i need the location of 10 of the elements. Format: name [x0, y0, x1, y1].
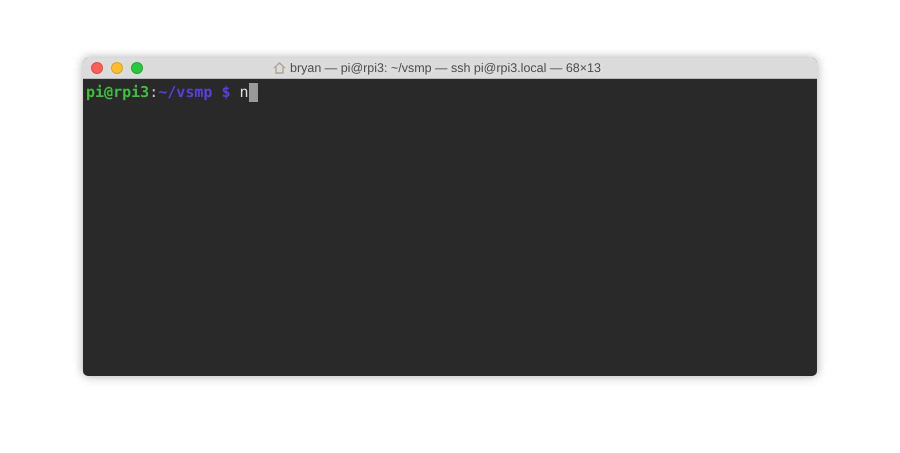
home-icon: [273, 62, 286, 74]
maximize-button[interactable]: [131, 62, 143, 74]
prompt-separator: :: [149, 82, 158, 102]
prompt-path: ~/vsmp: [158, 82, 212, 102]
window-title: bryan — pi@rpi3: ~/vsmp — ssh pi@rpi3.local — 68×13: [290, 60, 601, 77]
prompt-user-host: pi@rpi3: [86, 82, 150, 102]
typed-command-text: n: [239, 82, 248, 102]
close-button[interactable]: [91, 62, 103, 74]
minimize-button[interactable]: [111, 62, 123, 74]
prompt-symbol: $: [221, 82, 230, 102]
